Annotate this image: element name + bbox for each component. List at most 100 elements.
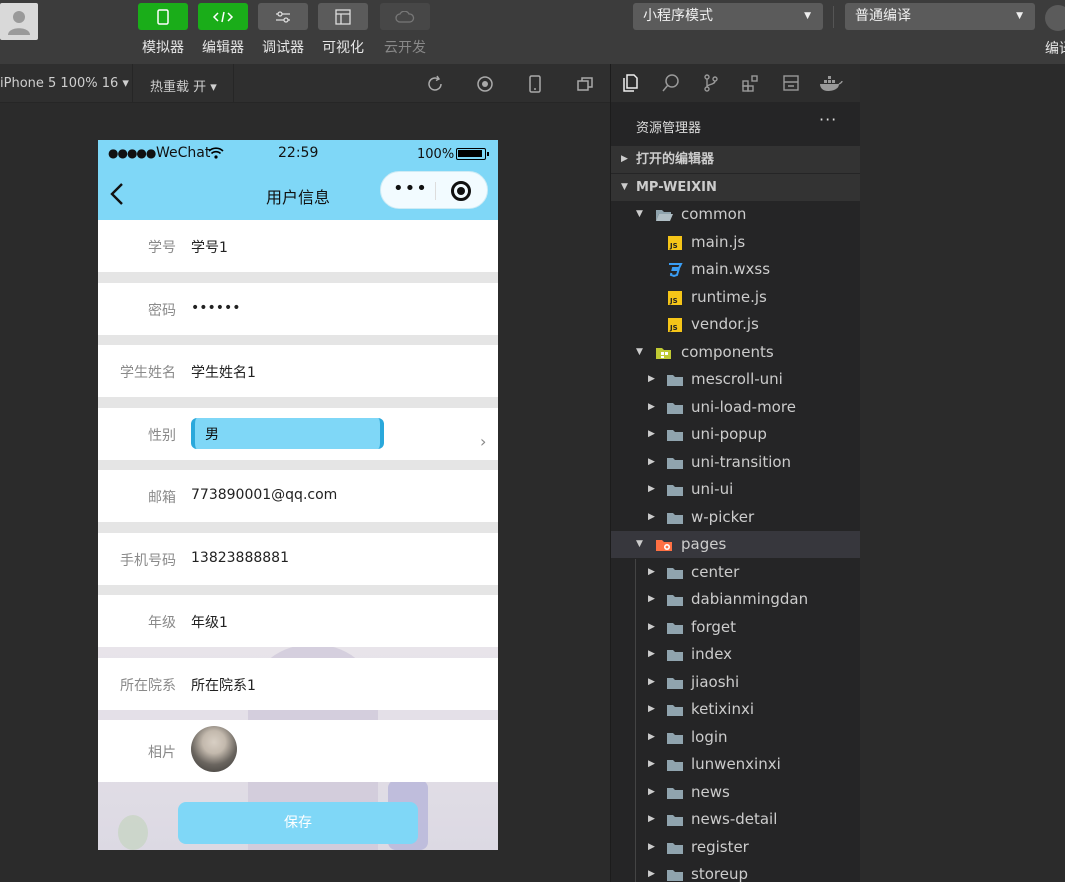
chevron-right-icon: ▶ — [648, 484, 655, 494]
tree-item[interactable]: ▶ news — [611, 779, 861, 806]
grade-input[interactable]: 年级1 — [191, 612, 228, 632]
simulator-label: 模拟器 — [142, 40, 184, 56]
field-label: 学生姓名 — [120, 365, 176, 381]
chevron-right-icon: ▶ — [648, 401, 655, 412]
chevron-right-icon: ▶ — [648, 704, 655, 714]
activity-bar — [611, 64, 861, 102]
field-label: 手机号码 — [120, 553, 176, 569]
tree-item-label: index — [691, 645, 733, 663]
more-icon[interactable]: ••• — [393, 178, 428, 199]
tree-item-label: center — [691, 562, 740, 581]
close-miniprogram-icon[interactable] — [451, 181, 471, 201]
tree-item[interactable]: ▶ uni-popup — [611, 421, 861, 448]
simulator-toolbar: iPhone 5 100% 16 ▾ 热重载 开 ▾ — [0, 64, 610, 103]
tree-item[interactable]: ▼ pages — [611, 531, 861, 558]
save-button[interactable]: 保存 — [178, 802, 418, 844]
mode-select[interactable]: 小程序模式 ▼ — [633, 3, 823, 30]
editor-empty-area — [860, 64, 1065, 882]
cloud-tool[interactable]: 云开发 — [380, 3, 430, 57]
tree-item[interactable]: ▼ MP-WEIXIN — [611, 173, 861, 201]
device-select[interactable]: iPhone 5 100% 16 ▾ — [0, 76, 129, 91]
js-file-icon: JS — [668, 235, 682, 250]
tree-item-label: login — [691, 727, 728, 746]
tree-item[interactable]: ▶ 打开的编辑器 — [611, 146, 861, 173]
tree-item[interactable]: ▶ index — [611, 641, 861, 668]
tree-item[interactable]: ▶ mescroll-uni — [611, 366, 861, 393]
phone-preview-icon[interactable] — [525, 74, 545, 94]
tree-item-label: uni-ui — [691, 480, 734, 498]
svg-text:JS: JS — [669, 242, 678, 250]
chevron-right-icon: ▶ — [648, 621, 655, 632]
refresh-icon[interactable] — [425, 74, 445, 94]
tree-item-label: runtime.js — [691, 287, 767, 306]
student-name-input[interactable]: 学生姓名1 — [191, 362, 256, 382]
user-avatar[interactable] — [0, 3, 38, 40]
gender-picker[interactable]: 男 — [191, 418, 384, 449]
more-actions-icon[interactable]: ··· — [819, 110, 837, 129]
svg-text:JS: JS — [669, 297, 678, 305]
tree-item[interactable]: ▶ lunwenxinxi — [611, 751, 861, 778]
storage-icon[interactable] — [781, 73, 801, 93]
tree-item[interactable]: ▶ ketixinxi — [611, 696, 861, 723]
field-label: 密码 — [148, 303, 176, 319]
debugger-tool[interactable]: 调试器 — [258, 3, 308, 57]
tree-item[interactable]: ▶ uni-ui — [611, 476, 861, 503]
simulator-tool[interactable]: 模拟器 — [138, 3, 188, 57]
avatar-photo[interactable] — [191, 726, 237, 772]
password-input[interactable]: •••••• — [191, 300, 241, 316]
tree-item-label: storeup — [691, 865, 748, 882]
compile-select[interactable]: 普通编译 ▼ — [845, 3, 1035, 30]
tree-item[interactable]: JS main.js — [611, 229, 861, 256]
stop-icon[interactable] — [475, 74, 495, 94]
chevron-down-icon: ▼ — [636, 539, 643, 549]
folder-open-icon — [656, 210, 673, 221]
tree-item[interactable]: ▼ components — [611, 339, 861, 366]
tree-item-label: main.js — [691, 232, 746, 251]
files-icon[interactable] — [621, 73, 641, 93]
source-control-icon[interactable] — [701, 73, 721, 93]
tree-item-label: register — [691, 837, 749, 856]
tree-item[interactable]: JS vendor.js — [611, 311, 861, 338]
chevron-right-icon: ▶ — [648, 566, 655, 577]
tree-item[interactable]: ▶ jiaoshi — [611, 669, 861, 696]
tree-item[interactable]: ▶ storeup — [611, 861, 861, 882]
phone-icon — [138, 3, 188, 30]
visual-tool[interactable]: 可视化 — [318, 3, 368, 57]
field-label: 所在院系 — [120, 678, 176, 694]
gender-value: 男 — [205, 427, 219, 443]
tree-item[interactable]: ▶ news-detail — [611, 806, 861, 833]
wifi-icon — [208, 147, 224, 159]
chevron-right-icon: ▶ — [648, 869, 655, 879]
docker-icon[interactable] — [819, 73, 843, 93]
chevron-right-icon: ▶ — [648, 649, 655, 659]
student-id-input[interactable]: 学号1 — [191, 237, 228, 257]
divider — [233, 64, 234, 103]
detach-window-icon[interactable] — [575, 74, 595, 94]
main-toolbar: 模拟器 编辑器 调试器 可视化 云开发 小程序模式 ▼ 普通编译 ▼ 编译 — [0, 0, 1065, 64]
tree-item[interactable]: main.wxss — [611, 256, 861, 283]
phone-number-input[interactable]: 13823888881 — [191, 550, 289, 566]
tree-item-label: news — [691, 782, 730, 801]
tree-item[interactable]: ▶ center — [611, 559, 861, 586]
tree-item[interactable]: ▶ dabianmingdan — [611, 586, 861, 613]
tree-item[interactable]: ▼ common — [611, 201, 861, 228]
search-icon[interactable] — [661, 73, 681, 93]
carrier-label: WeChat — [156, 145, 211, 161]
tree-item-label: pages — [681, 535, 727, 553]
compile-select-value: 普通编译 — [855, 8, 911, 24]
extensions-icon[interactable] — [741, 73, 761, 93]
chevron-right-icon: ▶ — [648, 786, 655, 797]
tree-item[interactable]: ▶ register — [611, 834, 861, 861]
cloud-label: 云开发 — [384, 40, 426, 56]
tree-item[interactable]: ▶ uni-transition — [611, 449, 861, 476]
editor-tool[interactable]: 编辑器 — [198, 3, 248, 57]
department-input[interactable]: 所在院系1 — [191, 675, 256, 695]
hot-reload-toggle[interactable]: 热重载 开 ▾ — [150, 76, 217, 95]
tree-item[interactable]: ▶ forget — [611, 614, 861, 641]
tree-item[interactable]: JS runtime.js — [611, 284, 861, 311]
compile-button[interactable] — [1045, 5, 1065, 31]
tree-item[interactable]: ▶ uni-load-more — [611, 394, 861, 421]
tree-item[interactable]: ▶ w-picker — [611, 504, 861, 531]
email-input[interactable]: 773890001@qq.com — [191, 487, 337, 503]
tree-item[interactable]: ▶ login — [611, 724, 861, 751]
